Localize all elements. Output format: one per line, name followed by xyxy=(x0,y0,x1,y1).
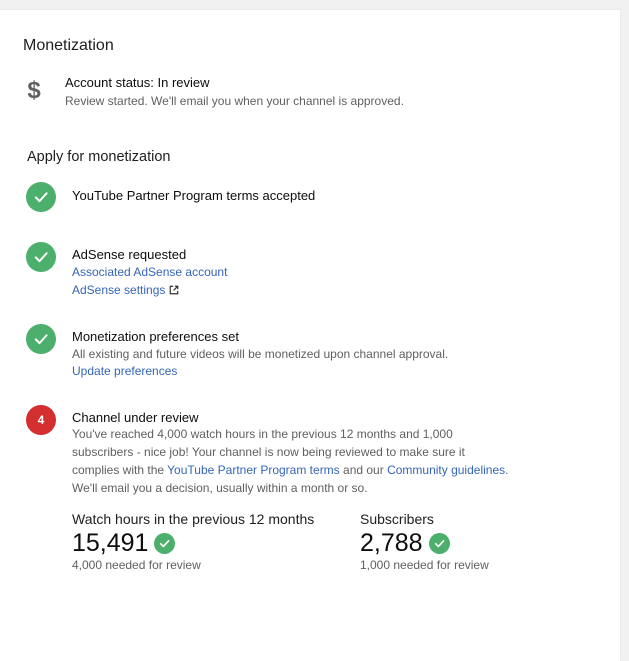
check-icon xyxy=(26,182,56,212)
step-monetization-prefs: Monetization preferences set xyxy=(72,329,239,344)
monetization-prefs-text: All existing and future videos will be m… xyxy=(72,347,449,361)
check-icon xyxy=(428,533,450,554)
community-guidelines-link[interactable]: Community guidelines xyxy=(387,463,505,477)
check-icon xyxy=(154,533,176,554)
subscribers-value-row: 2,788 xyxy=(360,529,450,558)
review-text-4: We'll email you a decision, usually with… xyxy=(72,481,368,495)
external-link-icon xyxy=(170,285,179,295)
monetization-card: Monetization $ Account status: In review… xyxy=(0,10,620,661)
step-terms-accepted: YouTube Partner Program terms accepted xyxy=(72,188,316,203)
subscribers-note: 1,000 needed for review xyxy=(360,558,489,572)
review-description: You've reached 4,000 watch hours in the … xyxy=(72,425,512,497)
apply-heading: Apply for monetization xyxy=(27,149,171,165)
account-status-subtitle: Review started. We'll email you when you… xyxy=(65,94,404,108)
adsense-links: Associated AdSense account AdSense setti… xyxy=(72,263,227,299)
watch-hours-value-row: 15,491 xyxy=(72,529,176,558)
step-number-badge: 4 xyxy=(26,405,56,435)
ypp-terms-link[interactable]: YouTube Partner Program terms xyxy=(167,463,340,477)
update-prefs-row: Update preferences xyxy=(72,362,177,380)
update-preferences-link[interactable]: Update preferences xyxy=(72,364,177,378)
check-icon xyxy=(26,242,56,272)
adsense-settings-link[interactable]: AdSense settings xyxy=(72,283,179,297)
subscribers-label: Subscribers xyxy=(360,511,434,527)
review-text-3: . xyxy=(505,463,509,477)
check-icon xyxy=(26,324,56,354)
watch-hours-value: 15,491 xyxy=(72,529,149,557)
step-adsense-requested: AdSense requested xyxy=(72,247,187,262)
subscribers-value: 2,788 xyxy=(360,529,423,557)
watch-hours-label: Watch hours in the previous 12 months xyxy=(72,511,315,527)
watch-hours-note: 4,000 needed for review xyxy=(72,558,201,572)
review-text-2: and our xyxy=(339,463,388,477)
page-title: Monetization xyxy=(23,37,114,54)
dollar-icon: $ xyxy=(27,77,41,104)
associated-adsense-link[interactable]: Associated AdSense account xyxy=(72,265,227,279)
account-status: Account status: In review xyxy=(65,75,210,90)
step-channel-review: Channel under review xyxy=(72,410,199,425)
adsense-settings-label: AdSense settings xyxy=(72,283,166,297)
